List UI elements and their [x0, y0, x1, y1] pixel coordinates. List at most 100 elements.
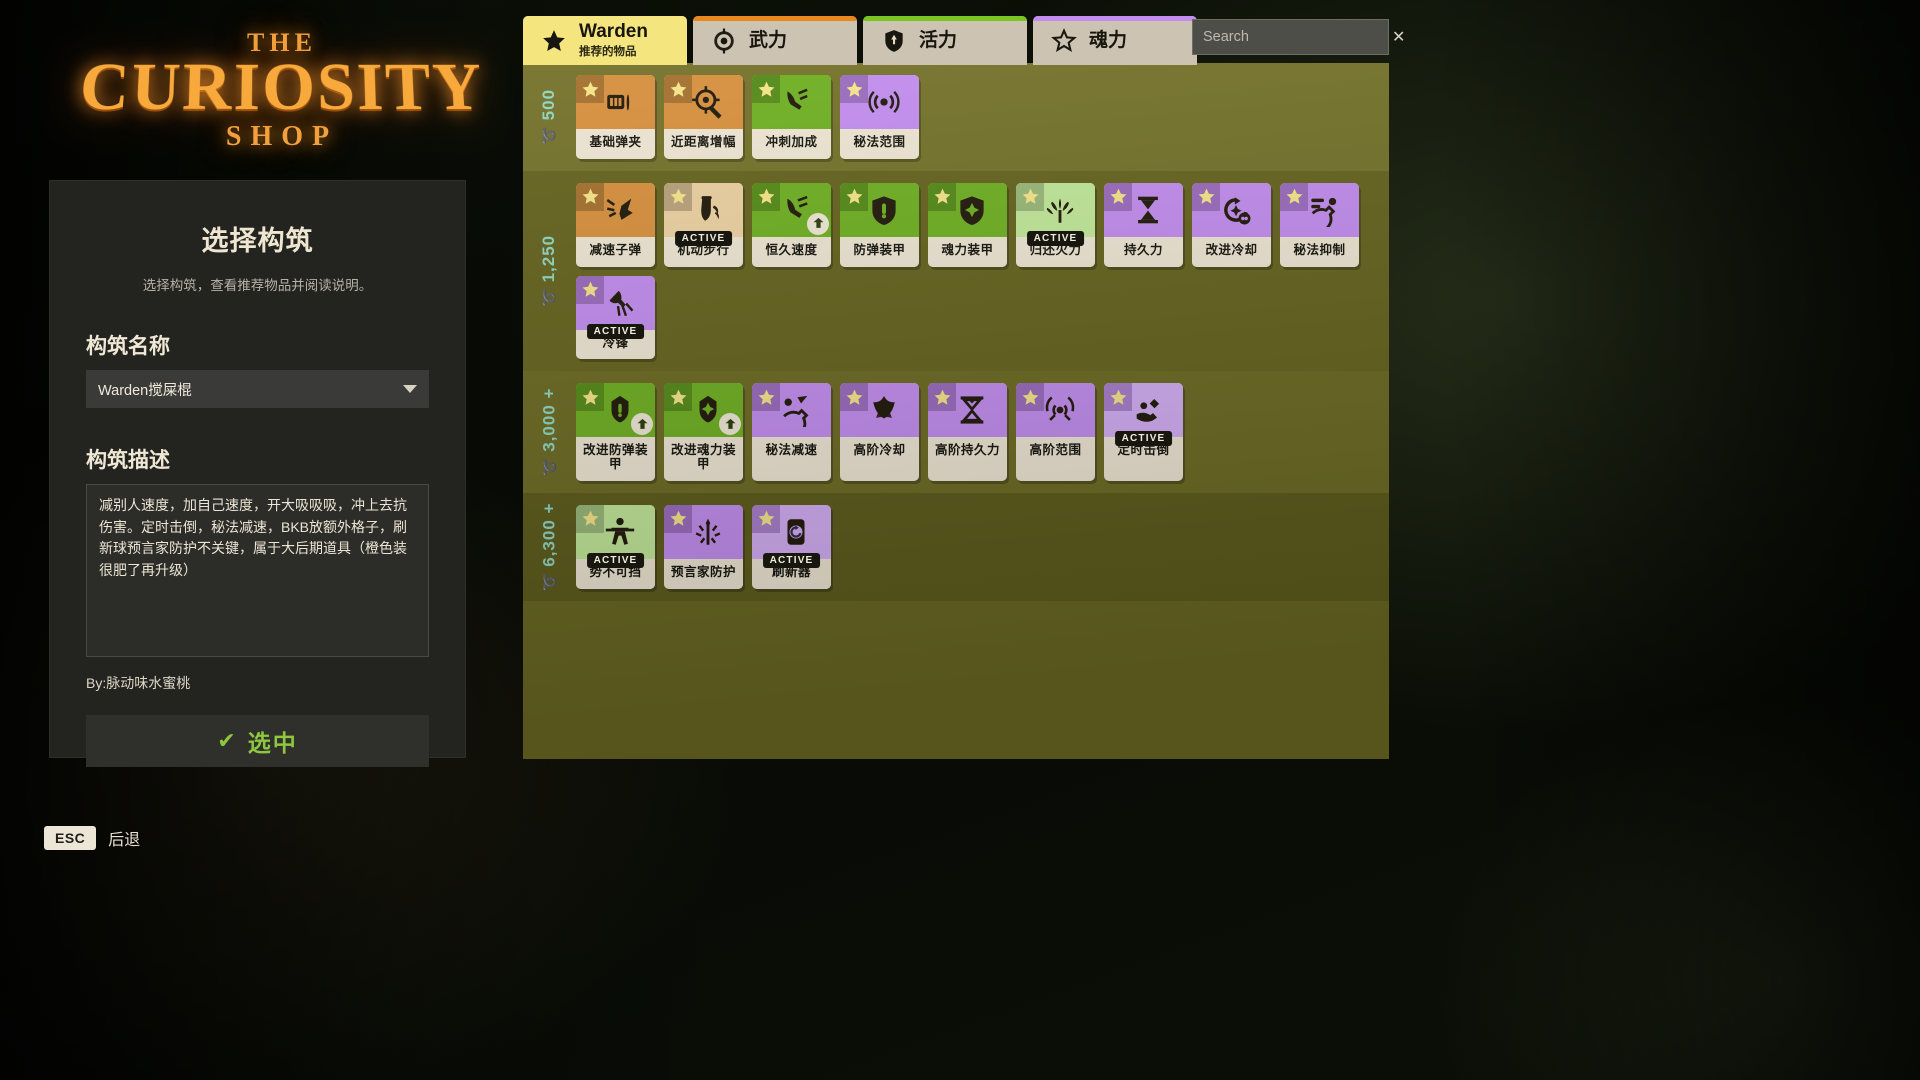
- build-desc-label: 构筑描述: [86, 449, 170, 472]
- category-tabs: Warden 推荐的物品 武力 活力 魂力: [523, 16, 1197, 65]
- tab-text: 武力: [749, 29, 788, 51]
- item-card[interactable]: 持久力: [1104, 182, 1183, 267]
- tab-warden[interactable]: Warden 推荐的物品: [523, 16, 687, 65]
- star-icon: [576, 182, 604, 211]
- tab-text: 活力: [919, 29, 958, 51]
- close-icon[interactable]: ✕: [1390, 27, 1407, 47]
- item-card[interactable]: 改进冷却: [1192, 182, 1271, 267]
- tier-price-value: 6,300 +: [539, 502, 559, 567]
- item-card-name: 高阶冷却: [840, 437, 919, 467]
- tier-price-column: ➰ 1,250: [523, 183, 576, 360]
- item-card[interactable]: 改进魂力装甲: [664, 383, 743, 481]
- tab-活力[interactable]: 活力: [863, 16, 1027, 65]
- upgrade-icon: [719, 413, 741, 436]
- item-card[interactable]: 基础弹夹: [576, 75, 655, 159]
- panel-title: 选择构筑: [201, 226, 314, 256]
- tier-card-list: ACTIVE 势不可挡 预言家防护 ACTIVE 刷新器: [576, 504, 1389, 589]
- item-card[interactable]: 恒久速度: [752, 182, 831, 267]
- arcane-range-icon: [867, 85, 901, 119]
- item-card-art: [1104, 182, 1183, 237]
- item-card[interactable]: 秘法减速: [752, 383, 831, 481]
- item-card-name: 改进魂力装甲: [664, 437, 743, 481]
- soul-currency-icon: ➰: [541, 287, 559, 308]
- active-badge: ACTIVE: [674, 230, 733, 246]
- slow-bullet-icon: [603, 193, 637, 227]
- tab-label: 武力: [749, 29, 788, 51]
- active-badge: ACTIVE: [586, 552, 645, 568]
- item-card[interactable]: ACTIVE 冷锋: [576, 275, 655, 360]
- superior-range-icon: [1043, 393, 1077, 427]
- active-badge: ACTIVE: [762, 552, 821, 568]
- cooldown-icon: [1219, 193, 1253, 227]
- select-build-button[interactable]: ✔ 选中: [86, 715, 429, 767]
- price-tier-row: ➰ 6,300 + ACTIVE 势不可挡 预言家防护 ACTIVE 刷新器: [523, 492, 1389, 601]
- diviners-kevlar-icon: [691, 515, 725, 549]
- item-card[interactable]: ACTIVE 势不可挡: [576, 504, 655, 589]
- tab-label: 活力: [919, 29, 958, 51]
- star-icon: [1104, 383, 1132, 412]
- chevron-down-icon: [403, 385, 417, 393]
- unstoppable-icon: [603, 515, 637, 549]
- tab-魂力[interactable]: 魂力: [1033, 16, 1197, 65]
- esc-key-badge: ESC: [44, 826, 97, 850]
- tier-price-label: ➰ 500: [540, 89, 560, 145]
- item-card[interactable]: ACTIVE 机动步行: [664, 182, 743, 267]
- item-card-name: 魂力装甲: [928, 236, 1007, 267]
- star-icon: [664, 75, 692, 103]
- item-card[interactable]: 改进防弹装甲: [576, 383, 655, 481]
- item-card[interactable]: 减速子弹: [576, 182, 655, 267]
- star-icon: [1280, 182, 1308, 211]
- tier-price-value: 3,000 +: [539, 387, 559, 452]
- star-icon: [928, 182, 956, 211]
- item-card[interactable]: 近距离增幅: [664, 75, 743, 159]
- item-card[interactable]: 魂力装甲: [928, 182, 1007, 267]
- item-card-art: [928, 182, 1007, 237]
- build-name-value: Warden搅屎棍: [98, 382, 192, 399]
- spirit-star-icon: [1051, 27, 1077, 54]
- tab-text: Warden 推荐的物品: [579, 20, 648, 60]
- return-fire-icon: [1043, 193, 1077, 227]
- item-card[interactable]: ACTIVE 定时击倒: [1104, 383, 1183, 481]
- bullet-armor-icon: [867, 193, 901, 227]
- back-label: 后退: [108, 832, 141, 849]
- star-icon: [576, 75, 604, 103]
- star-icon: [752, 383, 780, 412]
- item-card[interactable]: 冲刺加成: [752, 75, 831, 159]
- back-control[interactable]: ESC 后退: [44, 826, 140, 850]
- item-card[interactable]: ACTIVE 归还火力: [1016, 182, 1095, 267]
- item-card-art: [1016, 383, 1095, 438]
- arcane-surge-icon: [1307, 193, 1341, 229]
- upgrade-icon: [807, 212, 829, 235]
- item-card-name: 秘法减速: [752, 437, 831, 467]
- item-card[interactable]: 高阶范围: [1016, 383, 1095, 481]
- logo-line-shop: SHOP: [225, 120, 339, 152]
- build-author: By:脉动味水蜜桃: [86, 675, 191, 691]
- build-name-label: 构筑名称: [86, 335, 170, 358]
- tier-card-list: 减速子弹 ACTIVE 机动步行 恒久速度 防弹装甲 魂力装甲 ACTIVE 归还火力 持久力改…: [576, 182, 1389, 360]
- tier-price-label: ➰ 6,300 +: [540, 502, 560, 591]
- item-card[interactable]: ACTIVE 刷新器: [752, 504, 831, 589]
- item-card-name: 基础弹夹: [576, 129, 655, 159]
- build-desc-textarea[interactable]: 减别人速度，加自己速度，开大吸吸吸，冲上去抗伤害。定时击倒，秘法减速，BKB放额…: [86, 484, 429, 657]
- item-card[interactable]: 防弹装甲: [840, 182, 919, 267]
- item-card[interactable]: 秘法抑制: [1280, 182, 1359, 267]
- item-card-name: 防弹装甲: [840, 236, 919, 267]
- item-card[interactable]: 秘法范围: [840, 75, 919, 159]
- item-card-name: 预言家防护: [664, 558, 743, 589]
- tier-price-value: 500: [539, 88, 559, 121]
- item-card[interactable]: 高阶持久力: [928, 383, 1007, 481]
- cold-front-icon: [603, 286, 637, 320]
- search-input[interactable]: [1203, 29, 1390, 45]
- item-card[interactable]: 预言家防护: [664, 504, 743, 589]
- tab-label: Warden: [579, 20, 648, 42]
- item-card-name: 冲刺加成: [752, 129, 831, 159]
- item-card-art: [752, 75, 831, 129]
- search-box[interactable]: ✕: [1192, 19, 1405, 55]
- tab-武力[interactable]: 武力: [693, 16, 857, 65]
- item-card-art: [576, 182, 655, 237]
- item-card[interactable]: 高阶冷却: [840, 383, 919, 481]
- superior-cooldown-icon: [867, 393, 901, 427]
- soul-currency-icon: ➰: [541, 125, 559, 145]
- build-name-select[interactable]: Warden搅屎棍: [86, 370, 429, 408]
- logo-line-curiosity: CURIOSITY: [77, 48, 487, 125]
